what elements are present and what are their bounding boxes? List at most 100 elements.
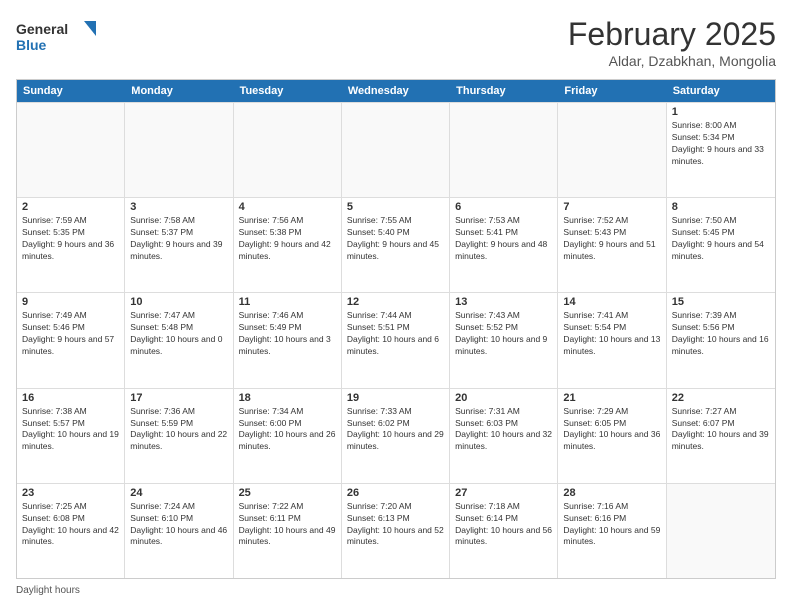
day-info: Sunrise: 7:34 AMSunset: 6:00 PMDaylight:… <box>239 406 336 454</box>
calendar-cell <box>558 103 666 197</box>
calendar-cell: 11 Sunrise: 7:46 AMSunset: 5:49 PMDayligh… <box>234 293 342 387</box>
day-number: 24 <box>130 487 227 499</box>
calendar-cell <box>234 103 342 197</box>
calendar: SundayMondayTuesdayWednesdayThursdayFrid… <box>16 79 776 579</box>
day-number: 13 <box>455 296 552 308</box>
day-info: Sunrise: 7:33 AMSunset: 6:02 PMDaylight:… <box>347 406 444 454</box>
calendar-cell: 19 Sunrise: 7:33 AMSunset: 6:02 PMDayligh… <box>342 389 450 483</box>
day-info: Sunrise: 7:31 AMSunset: 6:03 PMDaylight:… <box>455 406 552 454</box>
day-number: 17 <box>130 392 227 404</box>
svg-text:Blue: Blue <box>16 37 47 53</box>
day-of-week-monday: Monday <box>125 80 233 102</box>
day-info: Sunrise: 7:58 AMSunset: 5:37 PMDaylight:… <box>130 215 227 263</box>
day-info: Sunrise: 7:52 AMSunset: 5:43 PMDaylight:… <box>563 215 660 263</box>
day-number: 27 <box>455 487 552 499</box>
day-info: Sunrise: 7:47 AMSunset: 5:48 PMDaylight:… <box>130 310 227 358</box>
calendar-cell: 10 Sunrise: 7:47 AMSunset: 5:48 PMDayligh… <box>125 293 233 387</box>
calendar-cell <box>342 103 450 197</box>
calendar-row-3: 16 Sunrise: 7:38 AMSunset: 5:57 PMDayligh… <box>17 388 775 483</box>
calendar-cell: 24 Sunrise: 7:24 AMSunset: 6:10 PMDayligh… <box>125 484 233 578</box>
day-of-week-friday: Friday <box>558 80 666 102</box>
day-number: 5 <box>347 201 444 213</box>
calendar-cell: 18 Sunrise: 7:34 AMSunset: 6:00 PMDayligh… <box>234 389 342 483</box>
day-info: Sunrise: 7:41 AMSunset: 5:54 PMDaylight:… <box>563 310 660 358</box>
day-number: 14 <box>563 296 660 308</box>
day-number: 7 <box>563 201 660 213</box>
day-number: 9 <box>22 296 119 308</box>
day-number: 22 <box>672 392 770 404</box>
day-info: Sunrise: 7:44 AMSunset: 5:51 PMDaylight:… <box>347 310 444 358</box>
day-number: 8 <box>672 201 770 213</box>
day-number: 6 <box>455 201 552 213</box>
day-info: Sunrise: 7:24 AMSunset: 6:10 PMDaylight:… <box>130 501 227 549</box>
logo-text: General Blue <box>16 16 96 61</box>
calendar-row-1: 2Sunrise: 7:59 AMSunset: 5:35 PMDaylight… <box>17 197 775 292</box>
day-info: Sunrise: 8:00 AMSunset: 5:34 PMDaylight:… <box>672 120 770 168</box>
day-of-week-sunday: Sunday <box>17 80 125 102</box>
calendar-cell: 22 Sunrise: 7:27 AMSunset: 6:07 PMDayligh… <box>667 389 775 483</box>
day-number: 3 <box>130 201 227 213</box>
day-number: 16 <box>22 392 119 404</box>
day-info: Sunrise: 7:27 AMSunset: 6:07 PMDaylight:… <box>672 406 770 454</box>
day-number: 23 <box>22 487 119 499</box>
calendar-cell: 8 Sunrise: 7:50 AMSunset: 5:45 PMDaylight… <box>667 198 775 292</box>
calendar-cell: 13 Sunrise: 7:43 AMSunset: 5:52 PMDayligh… <box>450 293 558 387</box>
day-info: Sunrise: 7:50 AMSunset: 5:45 PMDaylight:… <box>672 215 770 263</box>
calendar-cell: 21 Sunrise: 7:29 AMSunset: 6:05 PMDayligh… <box>558 389 666 483</box>
calendar-cell: 15Sunrise: 7:39 AMSunset: 5:56 PMDayligh… <box>667 293 775 387</box>
footer: Daylight hours <box>16 585 776 596</box>
day-number: 20 <box>455 392 552 404</box>
calendar-cell: 17 Sunrise: 7:36 AMSunset: 5:59 PMDayligh… <box>125 389 233 483</box>
month-title: February 2025 <box>568 16 776 53</box>
header: General Blue February 2025 Aldar, Dzabkh… <box>16 16 776 69</box>
day-info: Sunrise: 7:43 AMSunset: 5:52 PMDaylight:… <box>455 310 552 358</box>
calendar-cell: 3 Sunrise: 7:58 AMSunset: 5:37 PMDaylight… <box>125 198 233 292</box>
calendar-row-4: 23 Sunrise: 7:25 AMSunset: 6:08 PMDayligh… <box>17 483 775 578</box>
day-number: 1 <box>672 106 770 118</box>
calendar-cell: 4Sunrise: 7:56 AMSunset: 5:38 PMDaylight… <box>234 198 342 292</box>
day-info: Sunrise: 7:49 AMSunset: 5:46 PMDaylight:… <box>22 310 119 358</box>
calendar-cell <box>17 103 125 197</box>
day-number: 10 <box>130 296 227 308</box>
calendar-cell: 9 Sunrise: 7:49 AMSunset: 5:46 PMDaylight… <box>17 293 125 387</box>
day-of-week-thursday: Thursday <box>450 80 558 102</box>
day-number: 19 <box>347 392 444 404</box>
day-of-week-wednesday: Wednesday <box>342 80 450 102</box>
calendar-cell <box>125 103 233 197</box>
day-info: Sunrise: 7:55 AMSunset: 5:40 PMDaylight:… <box>347 215 444 263</box>
calendar-row-2: 9 Sunrise: 7:49 AMSunset: 5:46 PMDaylight… <box>17 292 775 387</box>
calendar-cell: 26Sunrise: 7:20 AMSunset: 6:13 PMDayligh… <box>342 484 450 578</box>
calendar-cell: 25Sunrise: 7:22 AMSunset: 6:11 PMDayligh… <box>234 484 342 578</box>
calendar-cell: 27 Sunrise: 7:18 AMSunset: 6:14 PMDayligh… <box>450 484 558 578</box>
day-info: Sunrise: 7:25 AMSunset: 6:08 PMDaylight:… <box>22 501 119 549</box>
logo: General Blue <box>16 16 96 61</box>
day-info: Sunrise: 7:18 AMSunset: 6:14 PMDaylight:… <box>455 501 552 549</box>
page: General Blue February 2025 Aldar, Dzabkh… <box>0 0 792 612</box>
day-number: 18 <box>239 392 336 404</box>
day-info: Sunrise: 7:59 AMSunset: 5:35 PMDaylight:… <box>22 215 119 263</box>
day-info: Sunrise: 7:46 AMSunset: 5:49 PMDaylight:… <box>239 310 336 358</box>
title-block: February 2025 Aldar, Dzabkhan, Mongolia <box>568 16 776 69</box>
day-info: Sunrise: 7:29 AMSunset: 6:05 PMDaylight:… <box>563 406 660 454</box>
calendar-cell: 6Sunrise: 7:53 AMSunset: 5:41 PMDaylight… <box>450 198 558 292</box>
day-number: 28 <box>563 487 660 499</box>
daylight-hours-label: Daylight hours <box>16 585 80 596</box>
day-info: Sunrise: 7:39 AMSunset: 5:56 PMDaylight:… <box>672 310 770 358</box>
day-number: 21 <box>563 392 660 404</box>
calendar-cell: 12Sunrise: 7:44 AMSunset: 5:51 PMDayligh… <box>342 293 450 387</box>
day-info: Sunrise: 7:36 AMSunset: 5:59 PMDaylight:… <box>130 406 227 454</box>
calendar-cell <box>667 484 775 578</box>
day-info: Sunrise: 7:16 AMSunset: 6:16 PMDaylight:… <box>563 501 660 549</box>
calendar-header: SundayMondayTuesdayWednesdayThursdayFrid… <box>17 80 775 102</box>
calendar-cell: 2Sunrise: 7:59 AMSunset: 5:35 PMDaylight… <box>17 198 125 292</box>
calendar-body: 1 Sunrise: 8:00 AMSunset: 5:34 PMDaylight… <box>17 102 775 578</box>
calendar-row-0: 1 Sunrise: 8:00 AMSunset: 5:34 PMDaylight… <box>17 102 775 197</box>
day-number: 11 <box>239 296 336 308</box>
svg-text:General: General <box>16 21 68 37</box>
calendar-cell: 5 Sunrise: 7:55 AMSunset: 5:40 PMDaylight… <box>342 198 450 292</box>
day-info: Sunrise: 7:20 AMSunset: 6:13 PMDaylight:… <box>347 501 444 549</box>
day-of-week-tuesday: Tuesday <box>234 80 342 102</box>
calendar-cell: 7 Sunrise: 7:52 AMSunset: 5:43 PMDaylight… <box>558 198 666 292</box>
day-number: 4 <box>239 201 336 213</box>
day-info: Sunrise: 7:38 AMSunset: 5:57 PMDaylight:… <box>22 406 119 454</box>
